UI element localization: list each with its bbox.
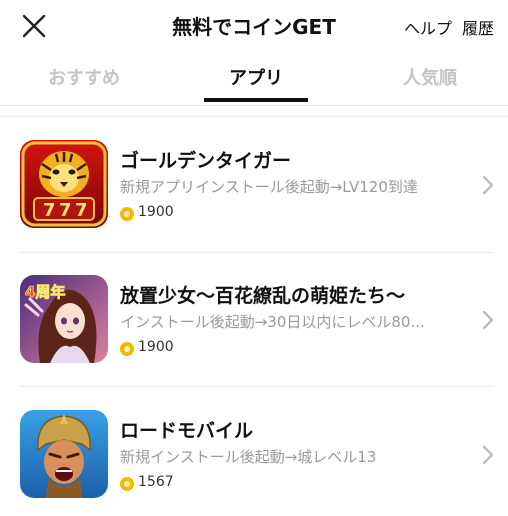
chevron-right-icon — [482, 175, 494, 195]
tiger-slot-icon: 7 7 7 — [20, 140, 108, 228]
divider — [20, 386, 494, 387]
history-link[interactable]: 履歴 — [462, 15, 494, 39]
app-description: 新規アプリインストール後起動→LV120到達 — [120, 178, 418, 196]
svg-text:7: 7 — [59, 200, 72, 221]
icon-badge: 4周年 — [25, 283, 65, 301]
tab-recommended[interactable]: おすすめ — [30, 64, 138, 90]
app-description: 新規インストール後起動→城レベル13 — [120, 448, 377, 466]
app-name: 放置少女〜百花繚乱の萌姫たち〜 — [120, 285, 406, 307]
coin-icon — [120, 207, 134, 221]
chevron-right-icon — [482, 445, 494, 465]
coin-icon — [120, 477, 134, 491]
anime-girl-icon: 4周年 — [20, 275, 108, 363]
app-description: インストール後起動→30日以内にレベル80... — [120, 313, 425, 331]
tab-popular[interactable]: 人気順 — [378, 64, 482, 90]
svg-text:7: 7 — [75, 200, 88, 221]
coin-icon — [120, 342, 134, 356]
app-name: ロードモバイル — [120, 420, 254, 442]
coin-points: 1900 — [138, 339, 174, 355]
list-item[interactable]: 7 7 7 ゴールデンタイガー 新規アプリインストール後起動→LV120到達 1… — [0, 128, 508, 248]
divider — [0, 116, 508, 117]
header: 無料でコインGET ヘルプ 履歴 — [0, 0, 508, 52]
list-item[interactable]: ロードモバイル 新規インストール後起動→城レベル13 1567 — [0, 398, 508, 516]
active-tab-indicator — [204, 98, 308, 102]
app-name: ゴールデンタイガー — [120, 150, 292, 172]
tab-apps[interactable]: アプリ — [204, 64, 308, 90]
coin-points: 1900 — [138, 204, 174, 220]
warrior-icon — [20, 410, 108, 498]
chevron-right-icon — [482, 310, 494, 330]
help-link[interactable]: ヘルプ — [404, 15, 452, 39]
divider — [20, 252, 494, 253]
svg-text:7: 7 — [43, 200, 56, 221]
list-item[interactable]: 4周年 放置少女〜百花繚乱の萌姫たち〜 インストール後起動→30日以内にレベル8… — [0, 263, 508, 383]
coin-points: 1567 — [138, 474, 174, 490]
